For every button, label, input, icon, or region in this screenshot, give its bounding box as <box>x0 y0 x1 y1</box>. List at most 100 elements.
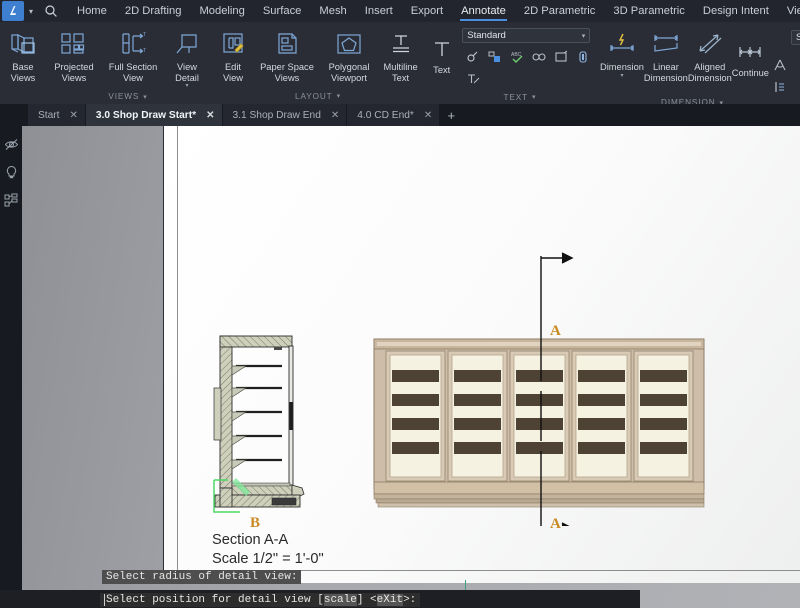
section-mark-bottom: A <box>550 516 561 533</box>
text-label: Text <box>433 65 450 76</box>
linear-dimension-button[interactable]: Linear Dimension <box>644 26 688 83</box>
menu-item-insert[interactable]: Insert <box>356 0 402 22</box>
menu-item-home[interactable]: Home <box>68 0 116 22</box>
section-mark-top: A <box>550 323 561 340</box>
close-icon[interactable]: ✕ <box>331 110 339 121</box>
menu-item-surface[interactable]: Surface <box>254 0 311 22</box>
continue-dimension-label: Continue <box>732 68 769 79</box>
view-detail-button[interactable]: View Detail ▾ <box>164 26 210 89</box>
section-caption-title: Section A-A <box>212 531 324 550</box>
command-prompt-suffix: >: <box>403 594 416 606</box>
text-scale-icon[interactable] <box>462 68 484 90</box>
ribbon-panel-views: Base Views <box>0 22 256 104</box>
tab-3-1-shop-draw-end[interactable]: 3.1 Shop Draw End ✕ <box>223 104 348 126</box>
full-section-view-button[interactable]: T T Full Section View <box>102 26 164 83</box>
text-frame-icon[interactable] <box>550 46 572 68</box>
text-align-icon[interactable] <box>572 46 594 68</box>
command-prompt-line[interactable]: Select position for detail view [scale] … <box>100 593 420 607</box>
structure-tree-icon[interactable] <box>0 186 22 214</box>
smart-dimension-button[interactable]: Dimension ▾ <box>600 26 644 79</box>
tab-bar-left-pad <box>0 104 28 126</box>
chevron-down-icon[interactable]: ▾ <box>185 83 188 89</box>
base-views-icon <box>8 29 38 59</box>
tab-3-0-shop-draw-start[interactable]: 3.0 Shop Draw Start* ✕ <box>86 104 223 126</box>
edit-view-button[interactable]: Edit View <box>210 26 256 83</box>
spell-check-icon[interactable]: ABC <box>506 46 528 68</box>
close-icon[interactable]: ✕ <box>70 110 78 121</box>
text-find-replace-icon[interactable] <box>484 46 506 68</box>
chevron-down-icon[interactable]: ▾ <box>143 93 147 101</box>
dimension-style-value: Standard <box>796 32 800 43</box>
chevron-down-icon[interactable]: ▾ <box>337 92 341 100</box>
menu-item-2d-drafting[interactable]: 2D Drafting <box>116 0 191 22</box>
section-view-drawing[interactable]: B <box>210 332 325 512</box>
polygonal-viewport-icon <box>334 29 364 59</box>
paper-space-views-button[interactable]: Paper Space Views <box>256 26 318 83</box>
ribbon-panel-text: Multiline Text Text Standard <box>380 22 600 104</box>
text-panel-title[interactable]: TEXT ▾ <box>380 90 600 104</box>
menu-item-2d-parametric[interactable]: 2D Parametric <box>515 0 605 22</box>
base-views-button[interactable]: Base Views <box>0 26 46 83</box>
layout-panel-title[interactable]: LAYOUT ▾ <box>256 88 380 104</box>
views-panel-title[interactable]: VIEWS ▾ <box>0 89 256 104</box>
ribbon-toolbar: Base Views <box>0 22 800 105</box>
paper-space-views-icon <box>272 29 302 59</box>
multiline-text-icon <box>386 29 416 59</box>
menu-item-annotate[interactable]: Annotate <box>452 0 515 22</box>
full-section-view-icon: T T <box>118 29 148 59</box>
projected-views-button[interactable]: Projected Views <box>46 26 102 83</box>
menu-bar: ▾ Home 2D Drafting Modeling Surface Mesh… <box>0 0 800 22</box>
continue-dimension-button[interactable]: Continue <box>732 26 769 79</box>
edit-view-label: Edit View <box>223 62 243 83</box>
text-button[interactable]: Text <box>421 26 462 76</box>
detail-label-b: B <box>250 515 260 532</box>
chevron-down-icon[interactable]: ▾ <box>582 32 586 40</box>
drawing-canvas[interactable]: B Section A-A Scale 1/2" = 1'-0" <box>22 126 800 608</box>
light-bulb-icon[interactable] <box>0 158 22 186</box>
command-option-scale[interactable]: scale <box>324 594 357 606</box>
baseline-dimension-icon[interactable] <box>769 76 791 98</box>
text-style-value: Standard <box>467 30 581 41</box>
chevron-down-icon[interactable]: ▾ <box>24 1 38 21</box>
edit-view-icon <box>218 29 248 59</box>
text-edit-icon[interactable] <box>462 46 484 68</box>
menu-item-view[interactable]: View <box>778 0 800 22</box>
close-icon[interactable]: ✕ <box>206 110 214 121</box>
search-icon[interactable] <box>38 1 64 21</box>
dimension-small-icon-row <box>769 26 791 98</box>
command-line-area: Select radius of detail view: Select pos… <box>0 560 640 608</box>
section-view-geometry <box>210 332 330 517</box>
bricscad-logo-icon[interactable] <box>2 1 24 21</box>
continue-dimension-icon <box>734 35 766 65</box>
command-prompt-prefix: Select position for detail view [ <box>106 594 324 606</box>
menu-item-design-intent[interactable]: Design Intent <box>694 0 778 22</box>
close-icon[interactable]: ✕ <box>424 110 432 121</box>
svg-text:T: T <box>143 32 146 38</box>
text-style-dropdown[interactable]: Standard ▾ <box>462 28 590 43</box>
views-panel-title-text: VIEWS <box>108 92 139 101</box>
paper-space-views-label: Paper Space Views <box>260 62 314 83</box>
menu-item-modeling[interactable]: Modeling <box>190 0 253 22</box>
angular-dimension-icon[interactable] <box>769 54 791 76</box>
polygonal-viewport-button[interactable]: Polygonal Viewport <box>318 26 380 83</box>
new-tab-button[interactable]: + <box>440 104 462 126</box>
dimension-style-dropdown[interactable]: Standard <box>791 30 800 45</box>
command-option-exit[interactable]: eXit <box>377 594 403 606</box>
ribbon-panel-dimension: Dimension ▾ Linear Dimension <box>600 22 800 104</box>
tab-4-0-cd-end[interactable]: 4.0 CD End* ✕ <box>347 104 440 126</box>
menu-item-mesh[interactable]: Mesh <box>310 0 355 22</box>
chevron-down-icon[interactable]: ▾ <box>532 93 536 101</box>
menu-item-export[interactable]: Export <box>402 0 452 22</box>
command-prompt-middle: ] < <box>357 594 377 606</box>
find-icon[interactable] <box>528 46 550 68</box>
multiline-text-button[interactable]: Multiline Text <box>380 26 421 83</box>
tab-start[interactable]: Start ✕ <box>28 104 86 126</box>
text-icon <box>429 32 455 62</box>
command-history-line: Select radius of detail view: <box>102 570 301 584</box>
linear-dimension-label: Linear Dimension <box>644 62 688 83</box>
hidden-layer-icon[interactable] <box>0 130 22 158</box>
menu-item-3d-parametric[interactable]: 3D Parametric <box>604 0 694 22</box>
chevron-down-icon[interactable]: ▾ <box>620 73 623 79</box>
view-detail-icon <box>172 29 202 59</box>
aligned-dimension-button[interactable]: Aligned Dimension <box>688 26 732 83</box>
